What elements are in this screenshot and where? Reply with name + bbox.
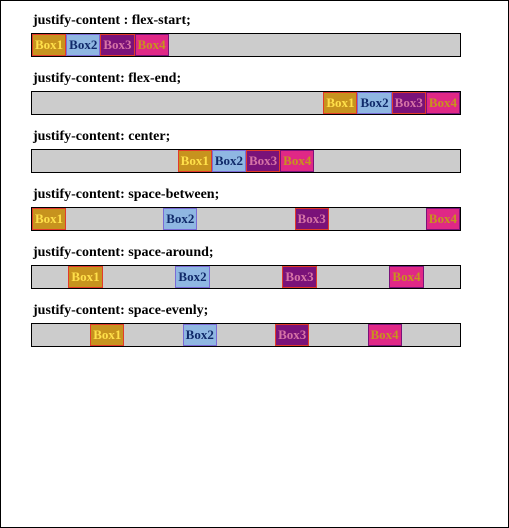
example-center: justify-content: center; Box1 Box2 Box3 …	[31, 129, 478, 173]
box1: Box1	[68, 266, 102, 288]
example-space-between: justify-content: space-between; Box1 Box…	[31, 187, 478, 231]
label-space-between: justify-content: space-between;	[31, 187, 478, 203]
box4: Box4	[368, 324, 402, 346]
example-flex-end: justify-content: flex-end; Box1 Box2 Box…	[31, 71, 478, 115]
box3: Box3	[246, 150, 280, 172]
box2: Box2	[183, 324, 217, 346]
box3: Box3	[295, 208, 329, 230]
box1: Box1	[323, 92, 357, 114]
box1: Box1	[178, 150, 212, 172]
box1: Box1	[32, 34, 66, 56]
label-space-evenly: justify-content: space-evenly;	[31, 303, 478, 319]
box2: Box2	[212, 150, 246, 172]
label-space-around: justify-content: space-around;	[31, 245, 478, 261]
label-flex-start: justify-content : flex-start;	[31, 13, 478, 29]
box1: Box1	[90, 324, 124, 346]
box1: Box1	[32, 208, 66, 230]
flex-container-space-evenly: Box1 Box2 Box3 Box4	[31, 323, 461, 347]
box4: Box4	[426, 92, 460, 114]
page-frame: justify-content : flex-start; Box1 Box2 …	[0, 0, 509, 528]
flex-container-space-around: Box1 Box2 Box3 Box4	[31, 265, 461, 289]
box2: Box2	[163, 208, 197, 230]
box2: Box2	[357, 92, 391, 114]
flex-container-center: Box1 Box2 Box3 Box4	[31, 149, 461, 173]
box2: Box2	[175, 266, 209, 288]
example-space-evenly: justify-content: space-evenly; Box1 Box2…	[31, 303, 478, 347]
label-flex-end: justify-content: flex-end;	[31, 71, 478, 87]
box3: Box3	[282, 266, 316, 288]
flex-container-flex-end: Box1 Box2 Box3 Box4	[31, 91, 461, 115]
label-center: justify-content: center;	[31, 129, 478, 145]
example-flex-start: justify-content : flex-start; Box1 Box2 …	[31, 13, 478, 57]
example-space-around: justify-content: space-around; Box1 Box2…	[31, 245, 478, 289]
box4: Box4	[389, 266, 423, 288]
flex-container-space-between: Box1 Box2 Box3 Box4	[31, 207, 461, 231]
box3: Box3	[392, 92, 426, 114]
box3: Box3	[100, 34, 134, 56]
box3: Box3	[275, 324, 309, 346]
box2: Box2	[66, 34, 100, 56]
flex-container-flex-start: Box1 Box2 Box3 Box4	[31, 33, 461, 57]
box4: Box4	[135, 34, 169, 56]
box4: Box4	[426, 208, 460, 230]
box4: Box4	[280, 150, 314, 172]
